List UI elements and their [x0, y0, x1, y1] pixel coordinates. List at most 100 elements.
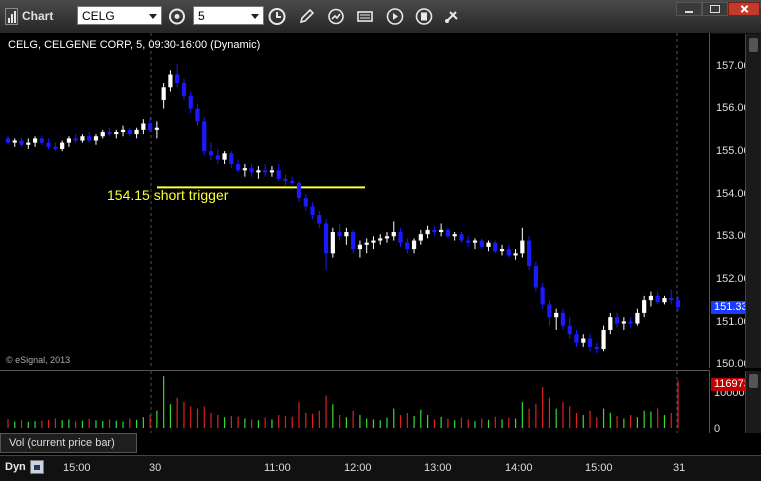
scroll-thumb[interactable] — [749, 38, 758, 52]
interval-value: 5 — [198, 9, 205, 23]
app-title: Chart — [22, 9, 54, 23]
candle-body — [594, 346, 599, 350]
candle-body — [323, 223, 329, 254]
candle-body — [175, 74, 180, 84]
candle-body — [466, 240, 471, 243]
interval-combo[interactable]: 5 — [193, 6, 264, 25]
candle-body — [168, 74, 173, 88]
candle-body — [39, 138, 44, 143]
toggle-button[interactable] — [413, 6, 435, 27]
close-button[interactable] — [728, 2, 760, 16]
price-scrollbar[interactable] — [745, 34, 761, 368]
candle-body — [53, 146, 58, 150]
refresh-button[interactable] — [166, 6, 188, 27]
dyn-label[interactable]: Dyn — [5, 461, 26, 473]
candle-body — [378, 238, 383, 241]
candle-body — [154, 127, 159, 130]
candle-body — [527, 240, 532, 267]
time-tick: 31 — [673, 462, 686, 474]
candle-body — [134, 129, 139, 135]
candle-body — [669, 298, 674, 301]
candle-body — [459, 234, 464, 241]
candle-body — [384, 236, 390, 239]
candle-body — [310, 206, 315, 215]
scroll-thumb[interactable] — [749, 374, 758, 388]
candle-body — [364, 242, 369, 245]
candle-body — [587, 338, 593, 347]
candle-body — [472, 240, 478, 243]
candle-body — [263, 170, 268, 173]
candle-body — [601, 329, 606, 350]
candle-body — [107, 131, 112, 135]
candle-body — [80, 136, 85, 141]
chevron-down-icon[interactable] — [251, 14, 259, 19]
cursor-button[interactable] — [325, 6, 347, 27]
study-label[interactable]: Vol (current price bar) — [0, 433, 137, 453]
candle-body — [391, 232, 396, 237]
candle-body — [621, 321, 626, 324]
time-axis: Dyn 15:00 30 11:00 12:00 13:00 14:00 15:… — [0, 455, 761, 481]
chart-toolbar: Chart CELG 5 — [0, 0, 761, 34]
esignal-watermark: © eSignal, 2013 — [6, 355, 71, 365]
chart-header: CELG, CELGENE CORP, 5, 09:30-16:00 (Dyna… — [8, 39, 261, 51]
candle-body — [567, 325, 572, 335]
volume-tick: 0 — [714, 423, 721, 435]
candle-body — [614, 317, 620, 324]
candle-body — [540, 287, 545, 305]
candle-body — [141, 123, 146, 130]
quote-button[interactable] — [354, 6, 376, 27]
candle-body — [46, 142, 51, 147]
candle-body — [100, 131, 105, 137]
candle-body — [93, 136, 99, 141]
candle-body — [127, 129, 132, 135]
candle-body — [148, 123, 153, 130]
quote-icon — [357, 11, 373, 22]
lock-icon[interactable] — [30, 460, 44, 474]
candle-body — [411, 240, 417, 250]
candle-body — [439, 229, 444, 233]
candle-body — [560, 312, 566, 326]
candle-body — [242, 168, 247, 171]
price-pane[interactable]: CELG, CELGENE CORP, 5, 09:30-16:00 (Dyna… — [0, 33, 710, 368]
volume-pane[interactable] — [0, 370, 710, 433]
candle-body — [337, 232, 342, 237]
candle-body — [303, 197, 308, 207]
candle-body — [432, 229, 437, 233]
candle-body — [283, 178, 288, 181]
volume-plot[interactable] — [0, 371, 709, 433]
candle-body — [208, 151, 214, 156]
chart-app-icon — [5, 8, 18, 25]
toggle-icon — [415, 8, 433, 25]
candle-body — [290, 180, 295, 184]
tools-icon — [445, 11, 458, 23]
candle-body — [581, 338, 586, 343]
time-button[interactable] — [266, 6, 288, 27]
candle-body — [32, 138, 38, 143]
candle-body — [256, 170, 261, 173]
candle-body — [445, 229, 450, 237]
play-button[interactable] — [384, 6, 406, 27]
candle-body — [628, 321, 633, 324]
candle-body — [486, 242, 491, 247]
candle-body — [19, 140, 24, 145]
candle-body — [513, 253, 518, 256]
volume-scrollbar[interactable] — [745, 371, 761, 433]
draw-button[interactable] — [296, 6, 318, 27]
candle-body — [161, 87, 166, 101]
candle-body — [452, 234, 457, 237]
clock-icon — [268, 8, 286, 25]
candle-body — [574, 334, 579, 343]
maximize-button[interactable] — [702, 2, 728, 16]
chevron-down-icon[interactable] — [149, 14, 157, 19]
candle-body — [215, 155, 220, 160]
candle-body — [655, 295, 660, 303]
candle-body — [60, 142, 65, 150]
candle-body — [87, 136, 92, 141]
candle-body — [479, 240, 484, 247]
time-tick: 12:00 — [344, 462, 372, 474]
candle-body — [181, 83, 187, 96]
tools-button[interactable] — [441, 6, 463, 27]
symbol-combo[interactable]: CELG — [77, 6, 162, 25]
minimize-button[interactable] — [676, 2, 702, 16]
symbol-value: CELG — [82, 9, 115, 23]
